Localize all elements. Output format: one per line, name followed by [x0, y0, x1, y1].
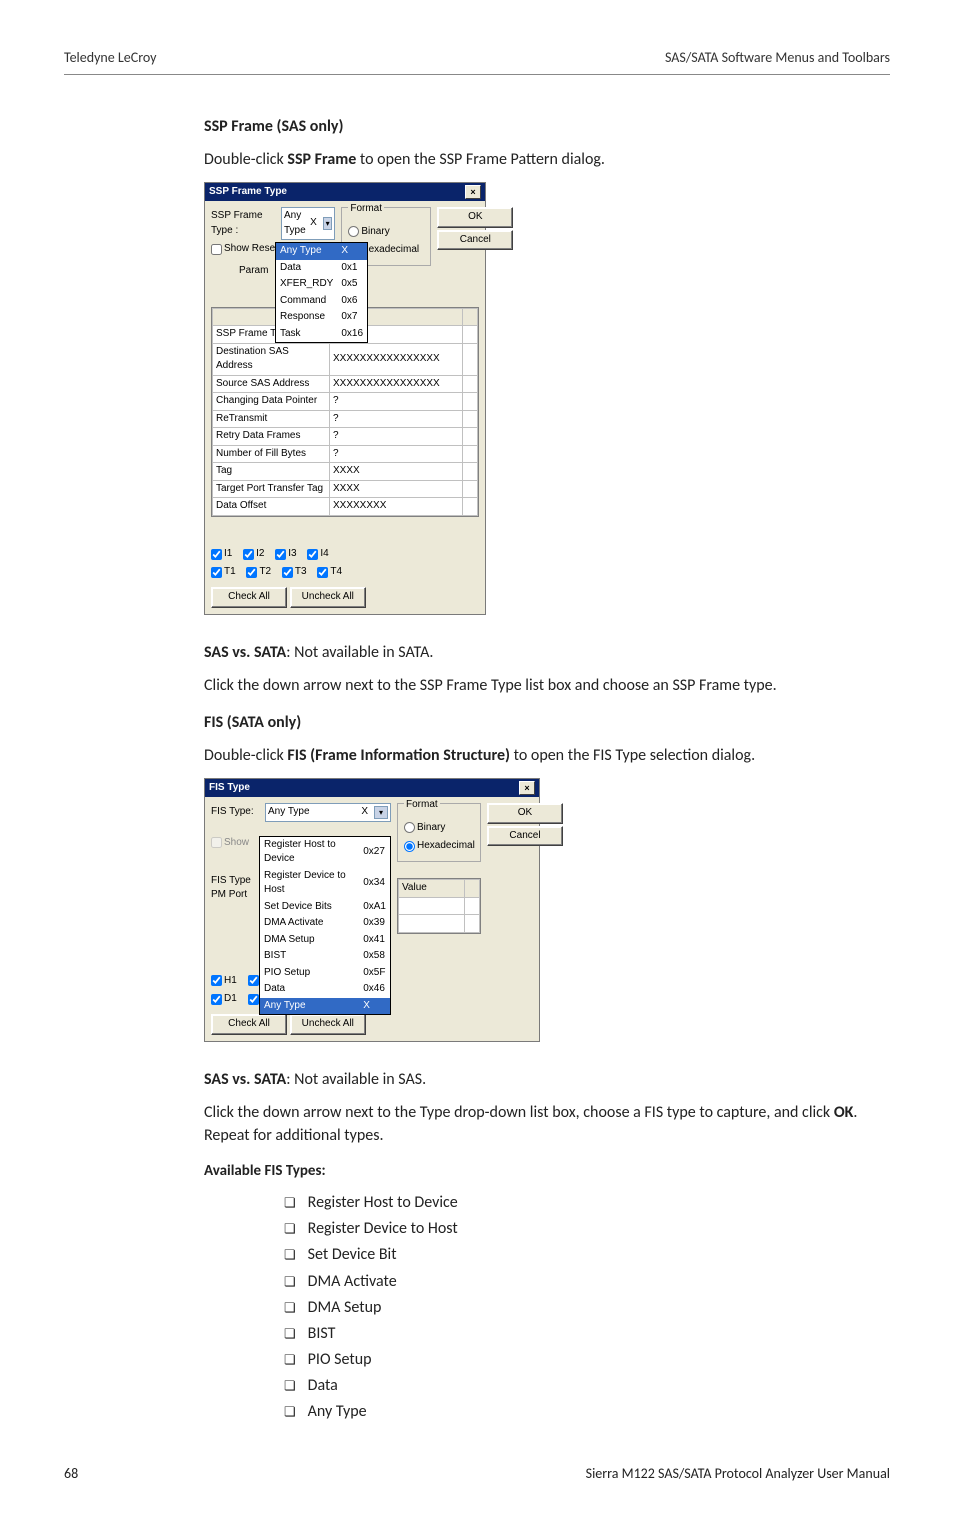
heading-fis: FIS (SATA only) — [204, 711, 870, 734]
check-all-button[interactable]: Check All — [211, 1014, 287, 1035]
cancel-button[interactable]: Cancel — [437, 230, 513, 251]
ok-button[interactable]: OK — [437, 207, 513, 228]
dialog-ssp-frame-type: SSP Frame Type × SSP Frame Type : Any Ty… — [204, 182, 486, 615]
para-sas-vs-sata-2: SAS vs. SATA: Not available in SAS. — [204, 1068, 870, 1091]
list-item: Register Device to Host — [284, 1217, 870, 1240]
ssp-frame-type-dropdown[interactable]: Any Type X ▾ — [281, 207, 335, 240]
uncheck-all-button[interactable]: Uncheck All — [290, 1014, 366, 1035]
heading-ssp: SSP Frame (SAS only) — [204, 115, 870, 138]
show-checkbox[interactable]: Show — [211, 836, 249, 851]
fis-type-listbox[interactable]: Register Host to Device0x27 Register Dev… — [260, 837, 390, 1015]
list-item: BIST — [284, 1322, 870, 1345]
para-sas-vs-sata-1: SAS vs. SATA: Not available in SATA. — [204, 641, 870, 664]
para-ssp-open: Double-click SSP Frame to open the SSP F… — [204, 148, 870, 171]
page-content: SSP Frame (SAS only) Double-click SSP Fr… — [204, 115, 870, 1423]
format-hex-radio[interactable]: Hexadecimal — [404, 839, 475, 854]
list-item: PIO Setup — [284, 1348, 870, 1371]
header-left: Teledyne LeCroy — [64, 48, 157, 68]
format-fieldset: Format Binary Hexadecimal — [397, 803, 481, 862]
format-binary-radio[interactable]: Binary — [404, 821, 445, 836]
check-all-button[interactable]: Check All — [211, 587, 287, 608]
dialog-titlebar: SSP Frame Type × — [205, 183, 485, 202]
ssp-frame-type-label: SSP Frame Type : — [211, 209, 275, 238]
uncheck-all-button[interactable]: Uncheck All — [290, 587, 366, 608]
initiator-target-checks: I1 I2 I3 I4 T1 T2 T3 T4 — [211, 547, 479, 584]
ok-button[interactable]: OK — [487, 803, 563, 824]
fis-type-label: FIS Type: — [211, 805, 259, 820]
list-item: DMA Setup — [284, 1296, 870, 1319]
param-label: Param — [239, 265, 268, 276]
page-number: 68 — [64, 1464, 78, 1484]
list-item: Data — [284, 1374, 870, 1397]
format-binary-radio[interactable]: Binary — [348, 225, 389, 240]
fis-type-dropdown[interactable]: Any Type X ▾ — [265, 803, 391, 822]
cancel-button[interactable]: Cancel — [487, 826, 563, 847]
page-footer: 68 Sierra M122 SAS/SATA Protocol Analyze… — [64, 1464, 890, 1484]
ssp-type-listbox[interactable]: Any TypeX Data0x1 XFER_RDY0x5 Command0x6… — [276, 243, 367, 342]
page-header: Teledyne LeCroy SAS/SATA Software Menus … — [64, 48, 890, 75]
heading-available-fis: Available FIS Types: — [204, 1161, 870, 1183]
list-item: Register Host to Device — [284, 1191, 870, 1214]
header-right: SAS/SATA Software Menus and Toolbars — [665, 48, 890, 68]
list-item: DMA Activate — [284, 1270, 870, 1293]
list-item: Any Type — [284, 1400, 870, 1423]
list-item: Set Device Bit — [284, 1243, 870, 1266]
chevron-down-icon[interactable]: ▾ — [374, 806, 388, 820]
value-grid[interactable]: Value — [398, 879, 480, 933]
para-fis-choose: Click the down arrow next to the Type dr… — [204, 1101, 870, 1147]
chevron-down-icon[interactable]: ▾ — [323, 217, 333, 231]
para-ssp-choose: Click the down arrow next to the SSP Fra… — [204, 674, 870, 697]
dialog-titlebar: FIS Type × — [205, 779, 539, 798]
fis-types-list: Register Host to Device Register Device … — [204, 1191, 870, 1424]
para-fis-open: Double-click FIS (Frame Information Stru… — [204, 744, 870, 767]
close-icon[interactable]: × — [519, 781, 535, 795]
manual-title: Sierra M122 SAS/SATA Protocol Analyzer U… — [586, 1464, 890, 1484]
close-icon[interactable]: × — [465, 185, 481, 199]
dialog-fis-type: FIS Type × FIS Type: Any Type X ▾ — [204, 778, 540, 1042]
